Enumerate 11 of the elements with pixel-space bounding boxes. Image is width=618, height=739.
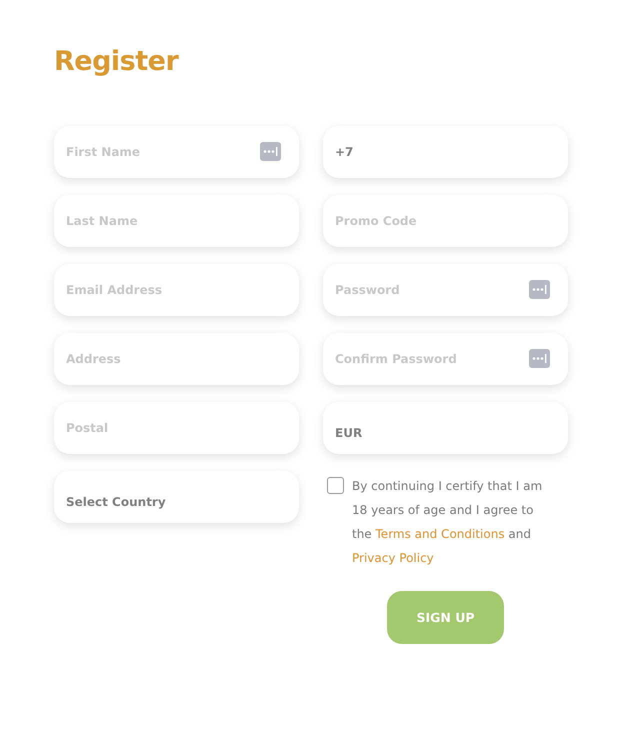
page-title: Register [54,46,180,77]
terms-link[interactable]: Terms and Conditions [376,527,505,541]
consent-text: By continuing I certify that I am 18 years of age and I agree to the Terms and Conditions and Privacy Policy [352,478,544,567]
password-manager-icon[interactable] [260,142,281,161]
privacy-link[interactable]: Privacy Policy [352,551,434,565]
password-manager-icon[interactable] [529,349,550,368]
select-field[interactable]: Select Country [54,471,299,523]
password-manager-icon[interactable] [529,280,550,299]
checkbox[interactable] [327,477,344,494]
input-field[interactable]: +7 [323,126,568,178]
select-field[interactable]: EUR [323,402,568,454]
